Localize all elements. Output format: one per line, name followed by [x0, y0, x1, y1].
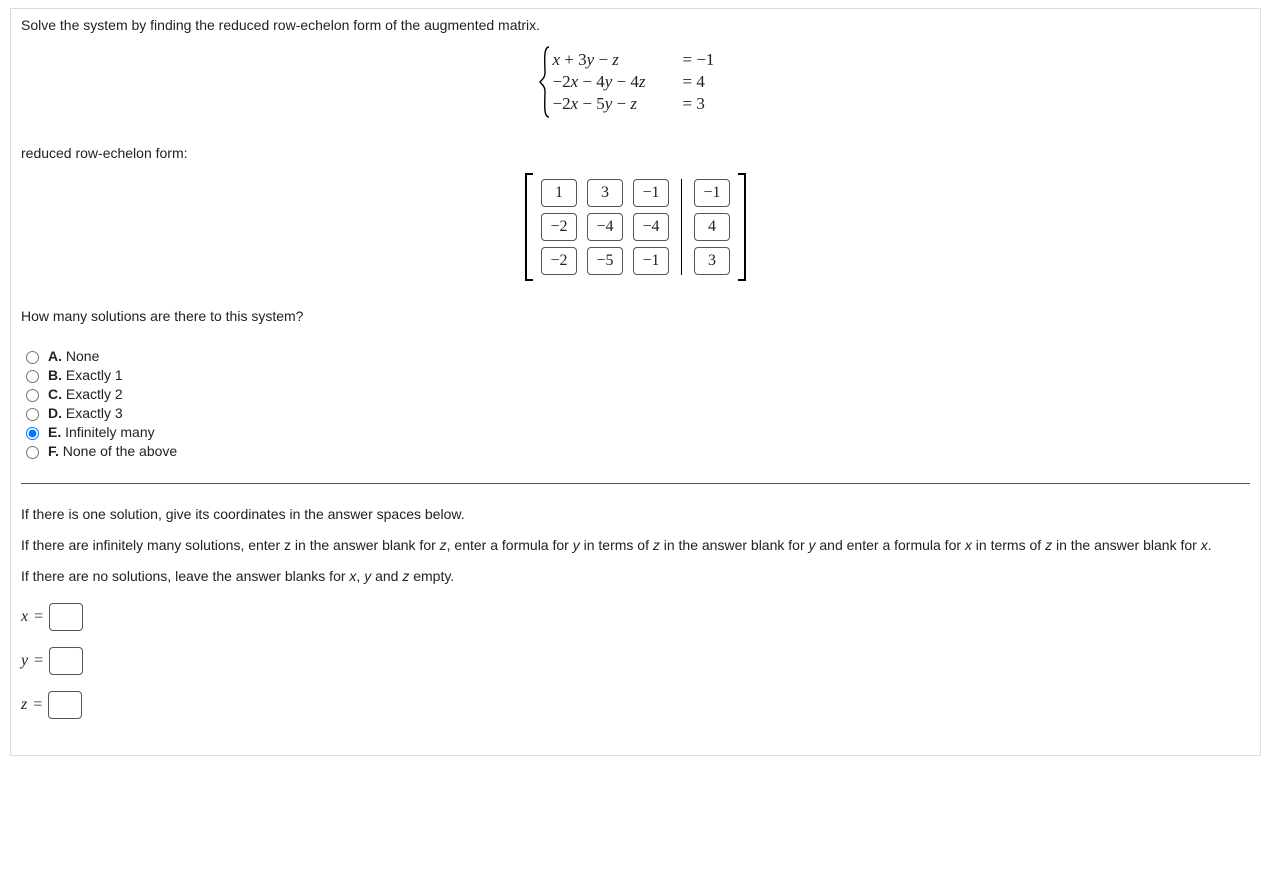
answer-input-x[interactable]	[49, 603, 83, 631]
matrix-row: −2 −4 −4	[541, 213, 669, 241]
matrix-cell[interactable]: −1	[694, 179, 730, 207]
answer-input-y[interactable]	[49, 647, 83, 675]
option-d[interactable]: D. Exactly 3	[21, 405, 1250, 421]
answer-row-x: x=	[21, 603, 1250, 631]
matrix-cell[interactable]: 4	[694, 213, 730, 241]
answer-row-y: y=	[21, 647, 1250, 675]
equation-lhs: −2x − 4y − 4z	[553, 72, 683, 92]
option-e[interactable]: E. Infinitely many	[21, 424, 1250, 440]
option-label: F. None of the above	[48, 443, 177, 459]
left-bracket-icon	[525, 173, 533, 281]
solution-count-question: How many solutions are there to this sys…	[21, 308, 1250, 324]
option-c[interactable]: C. Exactly 2	[21, 386, 1250, 402]
equation-rhs: = 3	[683, 94, 733, 114]
matrix-cell[interactable]: −1	[633, 247, 669, 275]
augment-separator	[681, 179, 682, 275]
answer-label-y: y	[21, 652, 28, 670]
option-radio-c[interactable]	[26, 389, 39, 402]
answer-input-z[interactable]	[48, 691, 82, 719]
instruction-none: If there are no solutions, leave the ans…	[21, 566, 1250, 587]
equation-row: x + 3y − z= −1	[553, 49, 733, 71]
option-a[interactable]: A. None	[21, 348, 1250, 364]
equation-rhs: = 4	[683, 72, 733, 92]
equation-row: −2x − 4y − 4z= 4	[553, 71, 733, 93]
equation-lhs: −2x − 5y − z	[553, 94, 683, 114]
equation-row: −2x − 5y − z= 3	[553, 93, 733, 115]
matrix-row: −1	[694, 179, 730, 207]
matrix-cell[interactable]: 3	[694, 247, 730, 275]
option-radio-a[interactable]	[26, 351, 39, 364]
matrix-row: 3	[694, 247, 730, 275]
matrix-cell[interactable]: −1	[633, 179, 669, 207]
option-label: B. Exactly 1	[48, 367, 123, 383]
equation-lhs: x + 3y − z	[553, 50, 683, 70]
answer-label-x: x	[21, 608, 28, 626]
option-radio-f[interactable]	[26, 446, 39, 459]
option-f[interactable]: F. None of the above	[21, 443, 1250, 459]
problem-container: Solve the system by finding the reduced …	[10, 8, 1261, 756]
system-of-equations: x + 3y − z= −1−2x − 4y − 4z= 4−2x − 5y −…	[21, 49, 1250, 115]
matrix-row: −2 −5 −1	[541, 247, 669, 275]
option-label: C. Exactly 2	[48, 386, 123, 402]
matrix-cell[interactable]: 3	[587, 179, 623, 207]
answer-row-z: z=	[21, 691, 1250, 719]
matrix-row: 13 −1	[541, 179, 669, 207]
option-b[interactable]: B. Exactly 1	[21, 367, 1250, 383]
option-radio-e[interactable]	[26, 427, 39, 440]
instruction-one-solution: If there is one solution, give its coord…	[21, 504, 1250, 525]
left-brace-icon	[539, 45, 551, 119]
rref-label: reduced row-echelon form:	[21, 145, 1250, 161]
option-radio-d[interactable]	[26, 408, 39, 421]
equation-rhs: = −1	[683, 50, 733, 70]
option-label: D. Exactly 3	[48, 405, 123, 421]
right-bracket-icon	[738, 173, 746, 281]
matrix-cell[interactable]: −2	[541, 247, 577, 275]
instructions: If there is one solution, give its coord…	[21, 504, 1250, 587]
problem-prompt: Solve the system by finding the reduced …	[21, 17, 1250, 33]
matrix-cell[interactable]: −4	[587, 213, 623, 241]
matrix-cell[interactable]: 1	[541, 179, 577, 207]
matrix-row: 4	[694, 213, 730, 241]
matrix-cell[interactable]: −4	[633, 213, 669, 241]
matrix-cell[interactable]: −5	[587, 247, 623, 275]
section-divider	[21, 483, 1250, 484]
options-group: A. None B. Exactly 1 C. Exactly 2 D. Exactl…	[21, 348, 1250, 459]
option-radio-b[interactable]	[26, 370, 39, 383]
answer-label-z: z	[21, 696, 27, 714]
option-label: E. Infinitely many	[48, 424, 155, 440]
instruction-infinite: If there are infinitely many solutions, …	[21, 535, 1250, 556]
matrix-cell[interactable]: −2	[541, 213, 577, 241]
option-label: A. None	[48, 348, 99, 364]
augmented-matrix: 13−1−2−4−4−2−5−1 −143	[21, 173, 1250, 284]
